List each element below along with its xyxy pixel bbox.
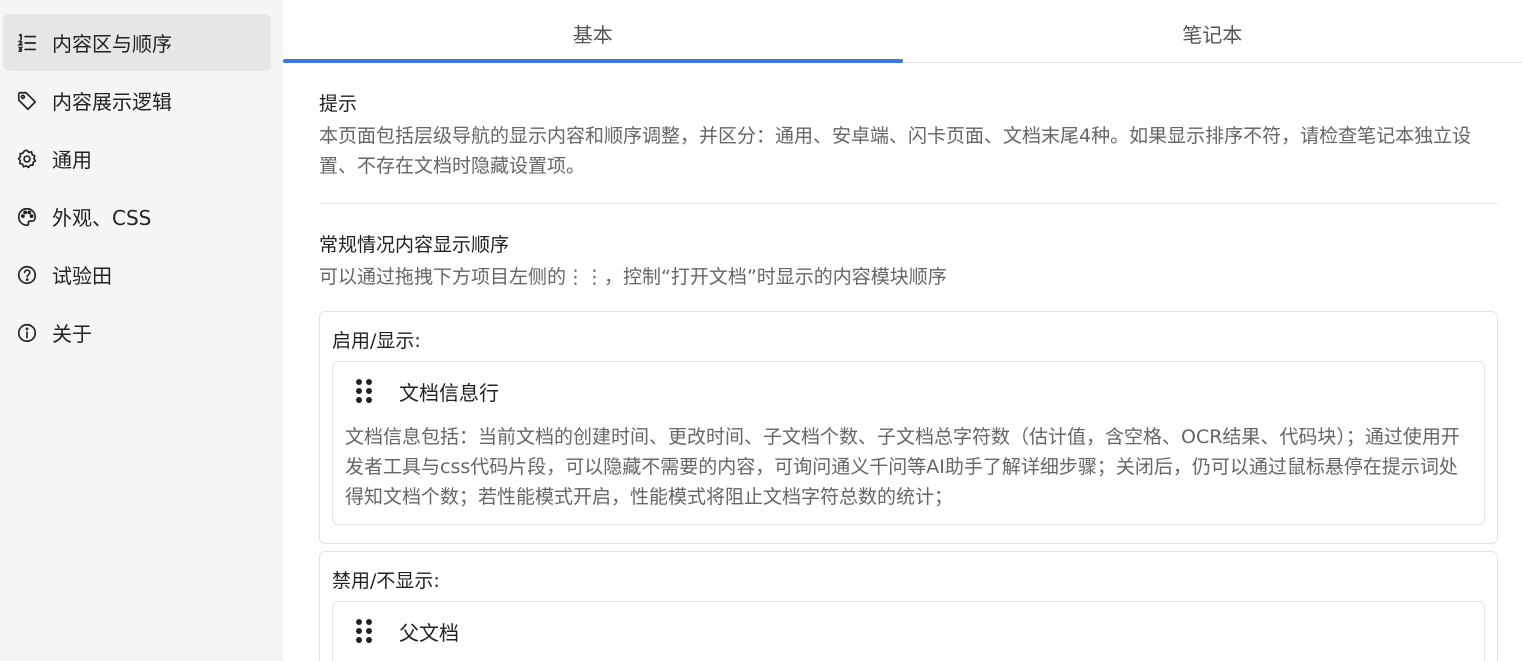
palette-icon [16, 206, 38, 228]
settings-content: 提示 本页面包括层级导航的显示内容和顺序调整，并区分：通用、安卓端、闪卡页面、文… [283, 63, 1522, 661]
enabled-label: 启用/显示: [332, 330, 421, 352]
order-title: 常规情况内容显示顺序 [319, 234, 510, 256]
settings-window: 内容区与顺序 内容展示逻辑 通用 外观、CSS 试验田 关于 基本 笔记本 提示… [0, 0, 1522, 661]
sidebar-item-label: 关于 [52, 322, 92, 346]
tab-bar: 基本 笔记本 [283, 0, 1522, 63]
item-title: 父文档 [399, 620, 459, 645]
enabled-panel: 启用/显示: 文档信息行 文档信息包括：当前文档的创建时间、更改时间、子文档个数… [319, 311, 1498, 544]
order-description: 可以通过拖拽下方项目左侧的⋮⋮，控制“打开文档”时显示的内容模块顺序 [319, 266, 947, 288]
draggable-item-doc-info[interactable]: 文档信息行 文档信息包括：当前文档的创建时间、更改时间、子文档个数、子文档总字符… [332, 361, 1485, 525]
sidebar-item-label: 试验田 [52, 264, 112, 288]
disabled-label: 禁用/不显示: [332, 570, 440, 592]
draggable-item-parent-doc[interactable]: 父文档 [332, 601, 1485, 661]
drag-handle-icon[interactable] [353, 616, 375, 646]
sidebar-item-label: 通用 [52, 148, 92, 172]
sidebar-item-display-logic[interactable]: 内容展示逻辑 [3, 72, 271, 129]
hint-description: 本页面包括层级导航的显示内容和顺序调整，并区分：通用、安卓端、闪卡页面、文档末尾… [319, 125, 1472, 177]
item-title: 文档信息行 [399, 380, 499, 405]
sidebar-item-label: 内容展示逻辑 [52, 90, 172, 114]
disabled-panel: 禁用/不显示: 父文档 [319, 551, 1498, 661]
drag-handle-icon[interactable] [353, 376, 375, 406]
question-circle-icon [16, 264, 38, 286]
tab-label: 笔记本 [1182, 23, 1243, 47]
sidebar-item-experimental[interactable]: 试验田 [3, 246, 271, 303]
sidebar-item-appearance-css[interactable]: 外观、CSS [3, 188, 271, 245]
gear-icon [16, 148, 38, 170]
sidebar-item-label: 外观、CSS [52, 206, 152, 230]
tab-basic[interactable]: 基本 [283, 0, 903, 63]
item-header: 文档信息行 [345, 374, 1470, 408]
sidebar-item-general[interactable]: 通用 [3, 130, 271, 187]
tab-notebook[interactable]: 笔记本 [903, 0, 1522, 62]
list-ordered-icon [16, 32, 38, 54]
info-circle-icon [16, 322, 38, 344]
hint-title: 提示 [319, 93, 358, 115]
main-panel: 基本 笔记本 提示 本页面包括层级导航的显示内容和顺序调整，并区分：通用、安卓端… [283, 0, 1522, 661]
sidebar-item-content-order[interactable]: 内容区与顺序 [3, 14, 271, 71]
sidebar-item-about[interactable]: 关于 [3, 304, 271, 361]
item-description: 文档信息包括：当前文档的创建时间、更改时间、子文档个数、子文档总字符数（估计值，… [345, 426, 1460, 508]
item-header: 父文档 [345, 614, 1470, 648]
tab-label: 基本 [572, 23, 613, 47]
sidebar-item-label: 内容区与顺序 [52, 32, 172, 56]
section-divider [319, 203, 1498, 204]
sidebar: 内容区与顺序 内容展示逻辑 通用 外观、CSS 试验田 关于 [0, 0, 283, 661]
tag-icon [16, 90, 38, 112]
